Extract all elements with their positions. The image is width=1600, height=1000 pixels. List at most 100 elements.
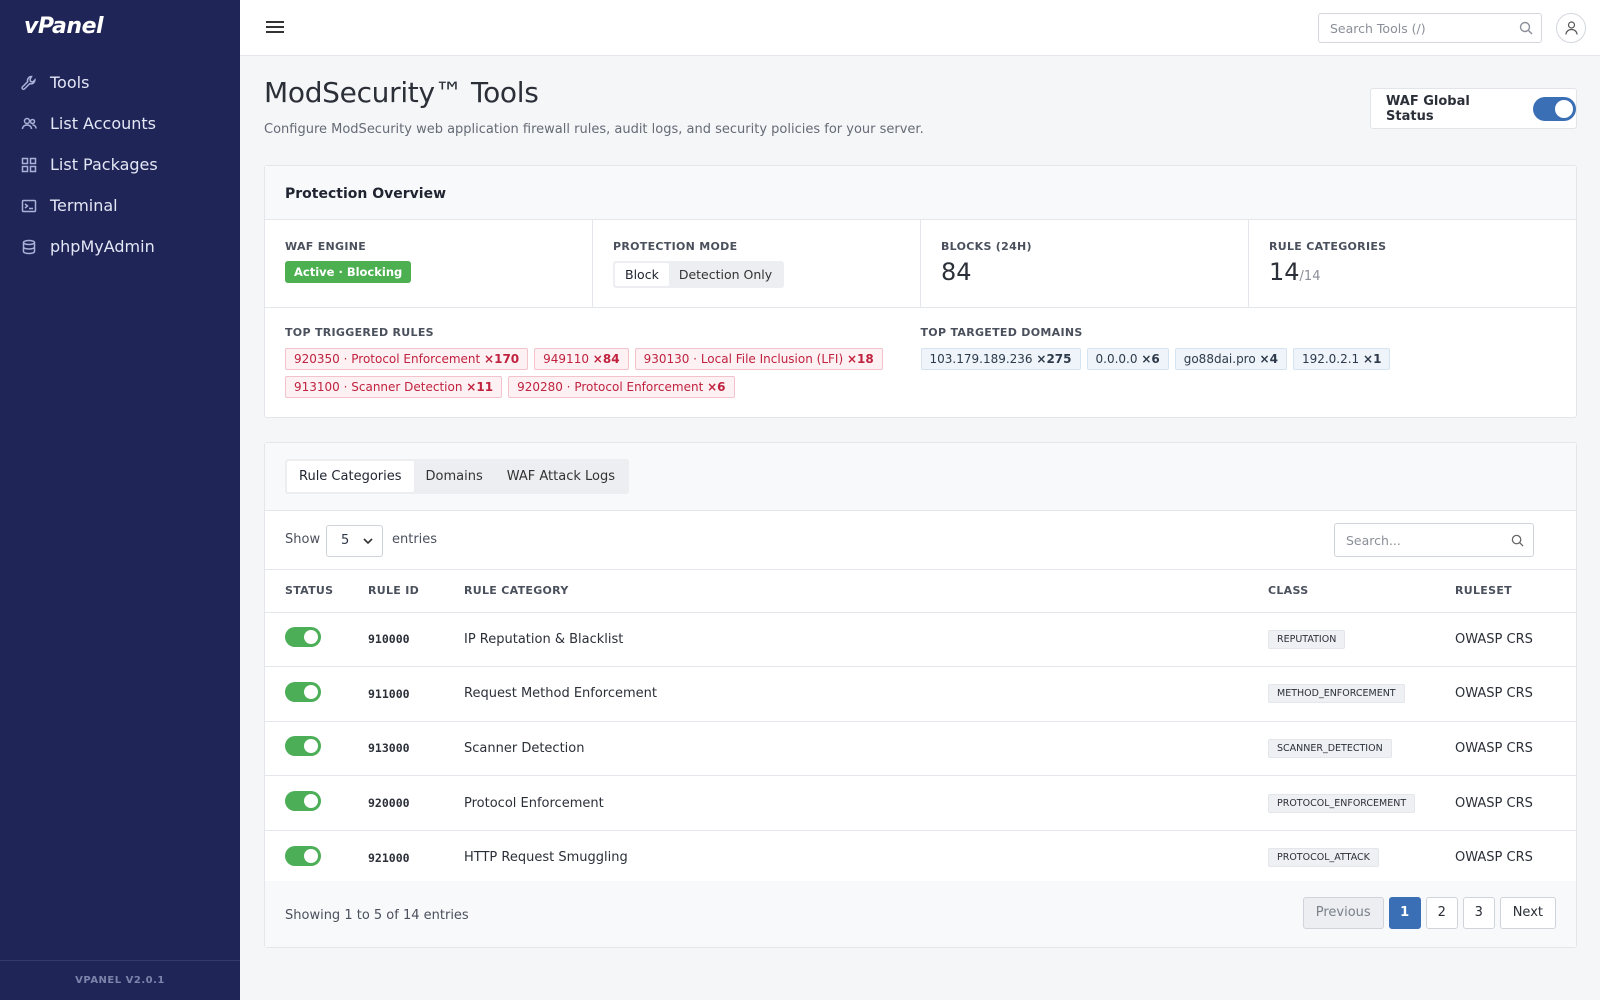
rule-categories-table: STATUS RULE ID RULE CATEGORY CLASS RULES…	[265, 570, 1576, 886]
rule-status-toggle[interactable]	[285, 791, 321, 812]
table-footer: Showing 1 to 5 of 14 entries Previous 1 …	[265, 881, 1576, 947]
rule-id: 911000	[368, 666, 464, 722]
menu-toggle-icon[interactable]	[266, 18, 284, 36]
table-search	[1334, 523, 1534, 557]
sidebar-item-phpmyadmin[interactable]: phpMyAdmin	[0, 226, 240, 267]
sidebar-item-list-packages[interactable]: List Packages	[0, 144, 240, 185]
pagination-page-1[interactable]: 1	[1388, 897, 1421, 929]
top-rule-chip[interactable]: 913100 · Scanner Detection ×11	[285, 376, 503, 398]
tabs: Rule Categories Domains WAF Attack Logs	[285, 459, 630, 494]
column-header-class[interactable]: CLASS	[1268, 570, 1455, 613]
search-icon[interactable]	[1511, 534, 1524, 547]
rule-class-badge: REPUTATION	[1268, 629, 1346, 649]
sidebar: vPanel Tools List Accounts List Packages…	[0, 0, 240, 1000]
pagination-page-3[interactable]: 3	[1462, 897, 1495, 929]
protection-overview-card: Protection Overview WAF ENGINE Active · …	[264, 165, 1577, 418]
protection-mode-switch: Block Detection Only	[613, 261, 785, 288]
pagination-next-button[interactable]: Next	[1499, 897, 1556, 929]
top-domain-chip[interactable]: go88dai.pro ×4	[1174, 348, 1287, 370]
sidebar-item-tools[interactable]: Tools	[0, 62, 240, 103]
table-search-input[interactable]	[1346, 524, 1506, 556]
top-rule-chip[interactable]: 949110 ×84	[534, 348, 629, 370]
top-rules-label: TOP TRIGGERED RULES	[285, 326, 434, 339]
rule-ruleset: OWASP CRS	[1455, 666, 1576, 722]
page-subtitle: Configure ModSecurity web application fi…	[264, 122, 924, 137]
chevron-down-icon	[363, 538, 373, 545]
column-header-status[interactable]: STATUS	[265, 570, 368, 613]
pagination-previous-button[interactable]: Previous	[1302, 897, 1384, 929]
top-domains-list: 103.179.189.236 ×275 0.0.0.0 ×6 go88dai.…	[920, 348, 1557, 370]
rule-ruleset: OWASP CRS	[1455, 612, 1576, 668]
table-row: 911000 Request Method Enforcement METHOD…	[265, 666, 1576, 722]
rule-id: 920000	[368, 775, 464, 831]
tools-search	[1318, 13, 1542, 43]
top-domain-chip[interactable]: 192.0.2.1 ×1	[1292, 348, 1391, 370]
rule-categories-stat: RULE CATEGORIES 14/14	[1249, 220, 1576, 307]
waf-global-status: WAF Global Status	[1370, 88, 1577, 129]
top-rules-list: 920350 · Protocol Enforcement ×170 94911…	[285, 348, 921, 398]
column-header-ruleset[interactable]: RULESET	[1455, 570, 1576, 613]
tab-domains[interactable]: Domains	[414, 461, 495, 492]
column-header-rule-id[interactable]: RULE ID	[368, 570, 464, 613]
rule-category: Scanner Detection	[464, 721, 1268, 777]
app-version: VPANEL V2.0.1	[0, 960, 240, 1000]
waf-global-toggle[interactable]	[1533, 96, 1576, 121]
top-domain-chip[interactable]: 103.179.189.236 ×275	[920, 348, 1081, 370]
top-domain-chip[interactable]: 0.0.0.0 ×6	[1086, 348, 1169, 370]
tools-search-input[interactable]	[1330, 14, 1510, 42]
entries-label: entries	[392, 532, 438, 547]
mode-block-option[interactable]: Block	[615, 263, 669, 286]
top-rule-chip[interactable]: 920350 · Protocol Enforcement ×170	[285, 348, 529, 370]
app-logo[interactable]: vPanel	[24, 14, 104, 39]
top-rule-chip[interactable]: 930130 · Local File Inclusion (LFI) ×18	[634, 348, 883, 370]
search-icon[interactable]	[1519, 21, 1533, 35]
blocks-label: BLOCKS (24H)	[941, 240, 1032, 253]
pagination: Previous 1 2 3 Next	[1302, 897, 1556, 929]
sidebar-nav: Tools List Accounts List Packages Termin…	[0, 62, 240, 267]
rule-category: Protocol Enforcement	[464, 775, 1268, 831]
rule-status-toggle[interactable]	[285, 627, 321, 648]
column-header-rule-category[interactable]: RULE CATEGORY	[464, 570, 1268, 613]
pagination-page-2[interactable]: 2	[1425, 897, 1458, 929]
rule-class-badge: PROTOCOL_ENFORCEMENT	[1268, 793, 1416, 813]
rule-status-toggle[interactable]	[285, 736, 321, 757]
sidebar-item-label: phpMyAdmin	[50, 237, 155, 256]
protection-mode-label: PROTECTION MODE	[613, 240, 738, 253]
tab-waf-attack-logs[interactable]: WAF Attack Logs	[495, 461, 627, 492]
waf-global-label: WAF Global Status	[1386, 93, 1470, 124]
protection-mode-stat: PROTECTION MODE Block Detection Only	[593, 220, 921, 307]
sidebar-item-label: Terminal	[50, 196, 118, 215]
sidebar-item-terminal[interactable]: Terminal	[0, 185, 240, 226]
users-icon	[21, 117, 37, 129]
rule-ruleset: OWASP CRS	[1455, 830, 1576, 886]
page-title: ModSecurity™ Tools	[264, 76, 539, 109]
tab-rule-categories[interactable]: Rule Categories	[287, 461, 414, 492]
rule-categories-card: Rule Categories Domains WAF Attack Logs …	[264, 442, 1577, 948]
rule-status-toggle[interactable]	[285, 845, 321, 866]
mode-detection-option[interactable]: Detection Only	[669, 263, 782, 286]
rule-ruleset: OWASP CRS	[1455, 775, 1576, 831]
waf-engine-label: WAF ENGINE	[285, 240, 367, 253]
wrench-icon	[21, 75, 36, 90]
rule-categories-value: 14/14	[1269, 258, 1576, 286]
database-icon	[22, 239, 36, 254]
waf-engine-badge: Active · Blocking	[285, 261, 412, 283]
table-row: 913000 Scanner Detection SCANNER_DETECTI…	[265, 721, 1576, 777]
rule-status-toggle[interactable]	[285, 681, 321, 702]
page-size-select[interactable]: 5	[326, 525, 383, 557]
table-header-row: STATUS RULE ID RULE CATEGORY CLASS RULES…	[265, 570, 1576, 613]
sidebar-item-label: List Accounts	[50, 114, 156, 133]
top-domains-section: TOP TARGETED DOMAINS 103.179.189.236 ×27…	[920, 326, 1557, 398]
page-size-value: 5	[341, 533, 350, 548]
blocks-value: 84	[941, 258, 972, 286]
overview-title: Protection Overview	[265, 166, 1576, 220]
sidebar-item-list-accounts[interactable]: List Accounts	[0, 103, 240, 144]
rule-category: Request Method Enforcement	[464, 666, 1268, 722]
rule-id: 910000	[368, 612, 464, 668]
show-label: Show	[285, 532, 321, 547]
user-avatar[interactable]	[1556, 13, 1586, 43]
top-rule-chip[interactable]: 920280 · Protocol Enforcement ×6	[508, 376, 735, 398]
rule-categories-label: RULE CATEGORIES	[1269, 240, 1387, 253]
rule-class-badge: PROTOCOL_ATTACK	[1268, 848, 1379, 868]
top-domains-label: TOP TARGETED DOMAINS	[920, 326, 1083, 339]
